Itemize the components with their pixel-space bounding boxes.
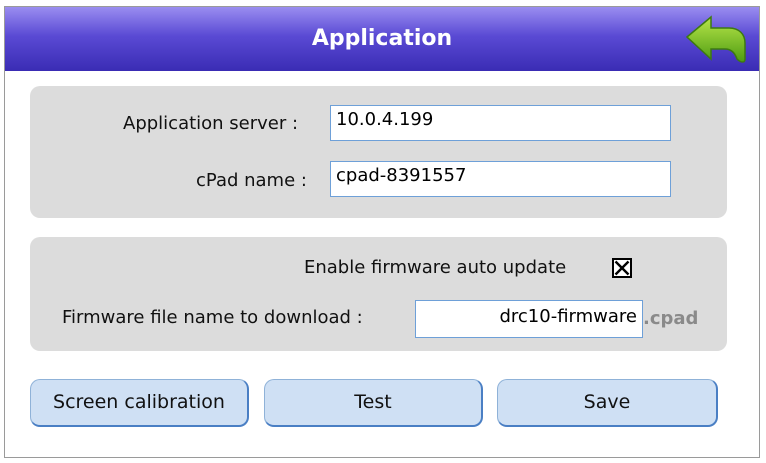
firmware-file-label: Firmware file name to download :: [62, 307, 363, 328]
firmware-settings-panel: Enable firmware auto update Firmware fil…: [30, 237, 727, 351]
checkmark-x-icon: [614, 260, 630, 276]
auto-update-label: Enable firmware auto update: [304, 257, 567, 278]
screen-calibration-button[interactable]: Screen calibration: [30, 379, 249, 427]
app-server-input[interactable]: 10.0.4.199: [330, 105, 671, 141]
page-title: Application: [311, 26, 453, 51]
cpad-name-label: cPad name :: [196, 170, 307, 191]
back-arrow-icon[interactable]: [685, 13, 747, 65]
test-button[interactable]: Test: [264, 379, 483, 427]
auto-update-checkbox[interactable]: [612, 258, 632, 278]
save-button[interactable]: Save: [497, 379, 718, 427]
firmware-file-suffix: .cpad: [643, 308, 699, 329]
server-settings-panel: Application server : 10.0.4.199 cPad nam…: [30, 86, 727, 218]
application-window: Application Application server : 10.0.4.…: [4, 6, 760, 458]
header-bar: Application: [5, 7, 759, 71]
firmware-file-input[interactable]: drc10-firmware: [415, 300, 643, 338]
cpad-name-input[interactable]: cpad-8391557: [330, 161, 671, 197]
app-server-label: Application server :: [123, 113, 299, 134]
